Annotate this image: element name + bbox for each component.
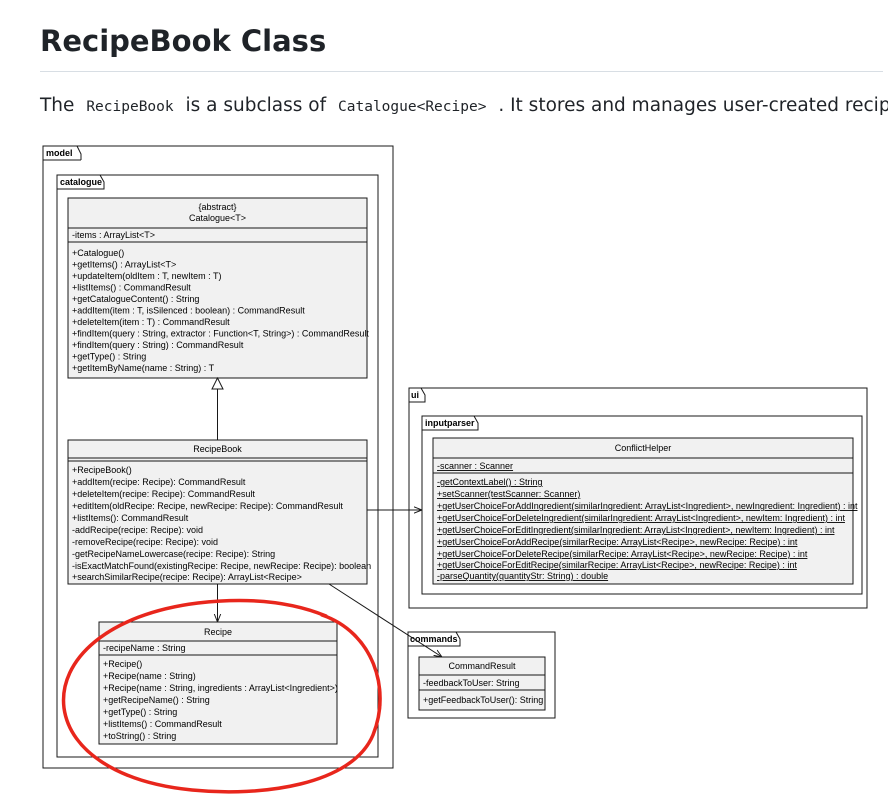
class-catalogue-method: +getType() : String bbox=[72, 352, 146, 362]
package-catalogue-label: catalogue bbox=[60, 177, 102, 187]
class-conflicthelper-method: -parseQuantity(quantityStr: String) : do… bbox=[437, 571, 608, 581]
class-recipebook-method: -getRecipeNameLowercase(recipe: Recipe):… bbox=[72, 549, 275, 559]
class-conflicthelper-method: +setScanner(testScanner: Scanner) bbox=[437, 489, 580, 499]
class-recipebook-method: -removeRecipe(recipe: Recipe): void bbox=[72, 537, 218, 547]
class-recipebook: RecipeBook +RecipeBook() +addItem(recipe… bbox=[67, 439, 371, 585]
class-commandresult: CommandResult -feedbackToUser: String +g… bbox=[418, 656, 546, 711]
class-recipe-method: +getRecipeName() : String bbox=[103, 695, 210, 705]
arrow-recipebook-commandresult bbox=[328, 583, 442, 657]
class-catalogue-method: +Catalogue() bbox=[72, 248, 124, 258]
class-conflicthelper-attribute: -scanner : Scanner bbox=[437, 461, 513, 471]
class-commandresult-method: +getFeedbackToUser(): String bbox=[423, 695, 543, 705]
class-recipe-name: Recipe bbox=[204, 627, 232, 637]
class-recipebook-method: +RecipeBook() bbox=[72, 465, 132, 475]
class-catalogue-method: +addItem(item : T, isSilenced : boolean)… bbox=[72, 306, 305, 316]
class-catalogue: {abstract} Catalogue<T> -items : ArrayLi… bbox=[67, 197, 369, 379]
class-catalogue-method: +findItem(query : String) : CommandResul… bbox=[72, 340, 244, 350]
class-catalogue-method: +getItemByName(name : String) : T bbox=[72, 363, 215, 373]
class-recipebook-method: +deleteItem(recipe: Recipe): CommandResu… bbox=[72, 489, 255, 499]
class-conflicthelper-method: -getContextLabel() : String bbox=[437, 477, 543, 487]
class-recipe-attribute: -recipeName : String bbox=[103, 643, 186, 653]
class-conflicthelper-method: +getUserChoiceForEditRecipe(similarRecip… bbox=[437, 560, 797, 570]
class-catalogue-method: +findItem(query : String, extractor : Fu… bbox=[72, 329, 369, 339]
class-recipebook-method: +searchSimilarRecipe(recipe: Recipe): Ar… bbox=[72, 572, 302, 582]
class-catalogue-method: +getCatalogueContent() : String bbox=[72, 294, 199, 304]
class-recipe-method: +Recipe(name : String) bbox=[103, 671, 196, 681]
class-catalogue-method: +listItems() : CommandResult bbox=[72, 283, 191, 293]
class-catalogue-name: Catalogue<T> bbox=[189, 213, 246, 223]
class-recipe-method: +listItems() : CommandResult bbox=[103, 719, 222, 729]
package-commands-label: commands bbox=[410, 634, 458, 644]
class-recipebook-method: +editItem(oldRecipe: Recipe, newRecipe: … bbox=[72, 501, 343, 511]
class-commandresult-name: CommandResult bbox=[448, 661, 516, 671]
class-conflicthelper-method: +getUserChoiceForDeleteIngredient(simila… bbox=[437, 513, 845, 523]
class-recipe-method: +toString() : String bbox=[103, 731, 176, 741]
class-recipebook-name: RecipeBook bbox=[193, 444, 242, 454]
class-catalogue-stereotype: {abstract} bbox=[198, 202, 236, 212]
class-recipebook-method: -isExactMatchFound(existingRecipe: Recip… bbox=[72, 561, 371, 571]
class-recipebook-method: -addRecipe(recipe: Recipe): void bbox=[72, 525, 203, 535]
package-inputparser-label: inputparser bbox=[425, 418, 475, 428]
class-recipe: Recipe -recipeName : String +Recipe() +R… bbox=[98, 621, 338, 745]
class-conflicthelper-name: ConflictHelper bbox=[615, 443, 672, 453]
class-catalogue-attribute: -items : ArrayList<T> bbox=[72, 230, 155, 240]
class-conflicthelper-method: +getUserChoiceForEditIngredient(similarI… bbox=[437, 525, 835, 535]
class-recipe-method: +Recipe(name : String, ingredients : Arr… bbox=[103, 683, 338, 693]
class-catalogue-method: +getItems() : ArrayList<T> bbox=[72, 260, 176, 270]
class-recipebook-method: +addItem(recipe: Recipe): CommandResult bbox=[72, 477, 246, 487]
inheritance-arrow bbox=[211, 376, 224, 440]
uml-class-diagram: model catalogue ui inputparser commands … bbox=[42, 145, 868, 794]
class-conflicthelper: ConflictHelper -scanner : Scanner -getCo… bbox=[432, 437, 858, 585]
package-model-label: model bbox=[46, 148, 73, 158]
class-conflicthelper-method: +getUserChoiceForAddRecipe(similarRecipe… bbox=[437, 537, 798, 547]
class-catalogue-method: +updateItem(oldItem : T, newItem : T) bbox=[72, 271, 221, 281]
class-recipebook-method: +listItems(): CommandResult bbox=[72, 513, 189, 523]
class-conflicthelper-method: +getUserChoiceForAddIngredient(similarIn… bbox=[437, 501, 858, 511]
package-ui-label: ui bbox=[411, 390, 419, 400]
class-conflicthelper-method: +getUserChoiceForDeleteRecipe(similarRec… bbox=[437, 549, 808, 559]
class-recipe-method: +getType() : String bbox=[103, 707, 177, 717]
class-catalogue-method: +deleteItem(item : T) : CommandResult bbox=[72, 317, 230, 327]
class-commandresult-attribute: -feedbackToUser: String bbox=[423, 678, 520, 688]
class-recipe-method: +Recipe() bbox=[103, 659, 142, 669]
